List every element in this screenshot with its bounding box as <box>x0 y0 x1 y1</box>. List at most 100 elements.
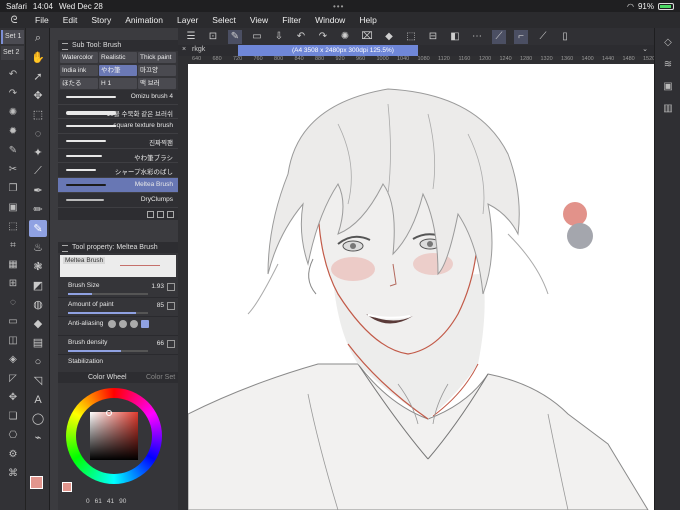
open-folder-icon[interactable]: ▭ <box>250 30 264 44</box>
panel-main-color-swatch[interactable] <box>62 482 72 492</box>
tool-move-icon[interactable]: ✥ <box>29 87 47 104</box>
anti-aliasing-row[interactable]: Anti-aliasing <box>58 317 178 336</box>
menu-edit[interactable]: Edit <box>56 15 85 25</box>
tool-eraser-icon[interactable]: ◩ <box>29 277 47 294</box>
group-tab-selected[interactable]: やわ筆 <box>99 65 137 76</box>
eraser-icon[interactable]: ▭ <box>4 313 22 330</box>
saturation-value-square[interactable] <box>90 412 138 460</box>
perspective-icon[interactable]: ⟋ <box>536 30 550 44</box>
undo-icon[interactable]: ↶ <box>4 66 22 83</box>
tool-zoom-icon[interactable]: ⌕ <box>29 30 47 47</box>
close-tab-icon[interactable]: × <box>182 46 186 53</box>
palette-pink-swatch[interactable] <box>563 202 587 226</box>
settings-gear-icon[interactable]: ✺ <box>338 30 352 44</box>
tool-eyedropper-icon[interactable]: ⟋ <box>29 163 47 180</box>
aa-strong[interactable] <box>141 320 149 328</box>
paste-icon[interactable]: ▣ <box>4 199 22 216</box>
list-item[interactable]: square texture brush <box>58 119 178 135</box>
menu-layer[interactable]: Layer <box>170 15 205 25</box>
color-wheel-tab[interactable]: Color Wheel <box>88 374 127 381</box>
list-item-selected[interactable]: Meltea Brush <box>58 178 178 193</box>
group-tab[interactable]: H 1 <box>99 78 137 89</box>
tool-blend-icon[interactable]: ◍ <box>29 296 47 313</box>
tool-pencil-icon[interactable]: ✏ <box>29 201 47 218</box>
menu-filter[interactable]: Filter <box>275 15 308 25</box>
tool-pen-icon[interactable]: ✒ <box>29 182 47 199</box>
color-picker-handle[interactable] <box>106 410 112 416</box>
copy-icon[interactable]: ❐ <box>4 180 22 197</box>
set-tab-2[interactable]: Set 2 <box>1 46 24 60</box>
menu-select[interactable]: Select <box>205 15 243 25</box>
pen-icon[interactable]: ✎ <box>4 142 22 159</box>
group-tab[interactable]: Watercolor <box>60 52 98 63</box>
duplicate-icon[interactable] <box>147 210 154 218</box>
amount-slider[interactable] <box>68 312 136 314</box>
ruler-icon[interactable]: ◸ <box>4 370 22 387</box>
palette-gray-swatch[interactable] <box>567 223 593 249</box>
tool-lasso-icon[interactable]: ◌ <box>29 125 47 142</box>
tool-correction-icon[interactable]: ⌁ <box>29 429 47 446</box>
transform-toolbar-icon[interactable]: ⬚ <box>404 30 418 44</box>
group-tab[interactable]: India ink <box>60 65 98 76</box>
guide-icon[interactable]: ⋯ <box>470 30 484 44</box>
brush-size-row[interactable]: Brush Size 1.93 <box>58 279 178 298</box>
settings-icon[interactable]: ⚙ <box>4 446 22 463</box>
list-item[interactable]: シャープ水彩のばし <box>58 163 178 179</box>
amount-row[interactable]: Amount of paint 85 <box>58 298 178 317</box>
list-item[interactable]: Omizu brush 4 <box>58 90 178 105</box>
group-tab[interactable]: Realistic <box>99 52 137 63</box>
group-tab[interactable]: Thick paint <box>138 52 176 63</box>
clip-studio-logo-icon[interactable]: ᘓ <box>0 15 28 26</box>
lasso-icon[interactable]: ◌ <box>4 294 22 311</box>
dropdown-icon[interactable] <box>167 302 175 310</box>
redo-icon[interactable]: ↷ <box>4 85 22 102</box>
hue-ring[interactable] <box>66 388 162 484</box>
clear-icon[interactable]: ⌧ <box>360 30 374 44</box>
color-set-tab[interactable]: Color Set <box>146 372 175 383</box>
deselect-icon[interactable]: ⊟ <box>426 30 440 44</box>
tool-decoration-icon[interactable]: ❃ <box>29 258 47 275</box>
ruler-snap-icon[interactable]: ⌐ <box>514 29 528 44</box>
mesh-icon[interactable]: ⊞ <box>4 275 22 292</box>
star-burst-icon[interactable]: ✹ <box>4 123 22 140</box>
list-item[interactable]: DryClumps <box>58 193 178 208</box>
navigator-icon[interactable]: ▣ <box>659 78 677 94</box>
chevron-down-icon[interactable]: ⌄ <box>642 45 648 53</box>
tool-brush-icon[interactable]: ✎ <box>29 220 47 237</box>
fill-icon[interactable]: ◈ <box>4 351 22 368</box>
menu-help[interactable]: Help <box>352 15 383 25</box>
stamp-icon[interactable]: ⎔ <box>4 427 22 444</box>
new-canvas-icon[interactable]: ⊡ <box>206 30 220 44</box>
density-value[interactable]: 66 <box>157 340 164 347</box>
sparkle-icon[interactable]: ✺ <box>4 104 22 121</box>
drawing-canvas[interactable] <box>188 64 654 510</box>
aa-weak[interactable] <box>119 320 127 328</box>
group-tab[interactable]: 맥 브러 <box>138 78 176 89</box>
save-icon[interactable]: ⇩ <box>272 30 286 44</box>
set-tab-1[interactable]: Set 1 <box>1 30 24 44</box>
layers-stack-icon[interactable]: ≋ <box>659 56 677 72</box>
document-name[interactable]: rkgk <box>192 46 205 53</box>
edit-mode-icon[interactable]: ✎ <box>228 29 242 44</box>
subtool-title[interactable]: Sub Tool: Brush <box>58 40 178 51</box>
tool-airbrush-icon[interactable]: ♨ <box>29 239 47 256</box>
brush-size-slider[interactable] <box>68 293 92 295</box>
invert-icon[interactable]: ◧ <box>448 30 462 44</box>
crop-icon[interactable]: ⌗ <box>4 237 22 254</box>
menu-story[interactable]: Story <box>84 15 118 25</box>
add-icon[interactable] <box>157 210 164 218</box>
tool-text-icon[interactable]: A <box>29 391 47 408</box>
tool-hand-icon[interactable]: ✋ <box>29 49 47 66</box>
group-tab[interactable]: ほたる <box>60 78 98 89</box>
tool-ruler-icon[interactable]: ◹ <box>29 372 47 389</box>
aa-none[interactable] <box>108 320 116 328</box>
tool-wand-icon[interactable]: ✦ <box>29 144 47 161</box>
tool-balloon-icon[interactable]: ◯ <box>29 410 47 427</box>
dropdown-icon[interactable] <box>167 283 175 291</box>
density-slider[interactable] <box>68 350 121 352</box>
hamburger-menu-icon[interactable]: ☰ <box>184 30 198 44</box>
brush-settings-icon[interactable]: ⌘ <box>4 465 22 482</box>
layer-icon[interactable]: ❏ <box>4 408 22 425</box>
scissors-icon[interactable]: ✂ <box>4 161 22 178</box>
main-color-swatch[interactable] <box>30 476 43 489</box>
